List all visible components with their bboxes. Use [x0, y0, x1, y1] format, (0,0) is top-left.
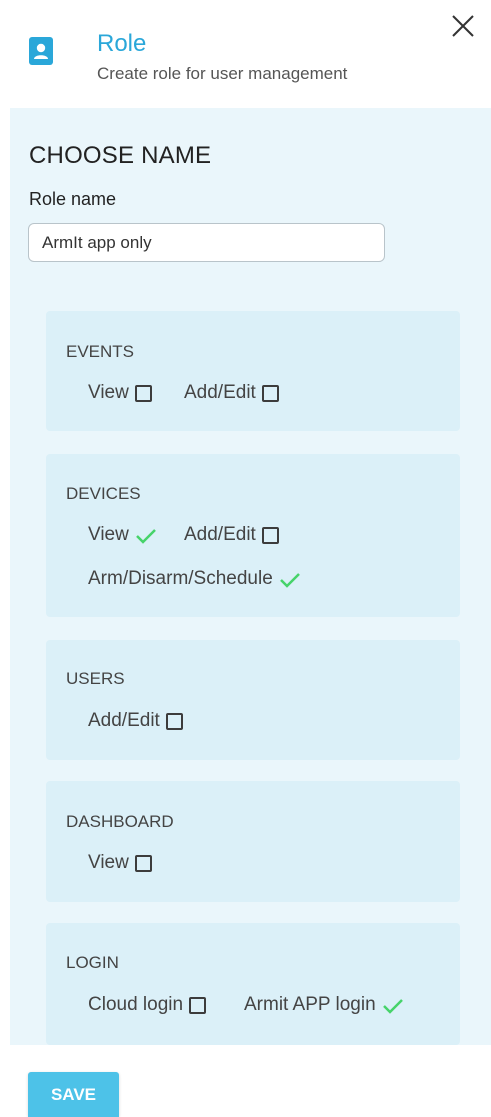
- close-icon: [452, 15, 474, 37]
- devices-view-checkmark-icon[interactable]: [135, 527, 157, 544]
- role-name-input[interactable]: [28, 223, 385, 262]
- events-add-edit-checkbox[interactable]: [261, 384, 279, 402]
- dashboard-title: DASHBOARD: [66, 812, 174, 831]
- devices-view-option: View: [88, 524, 157, 546]
- dialog-header: Role Create role for user management: [0, 0, 491, 108]
- save-button[interactable]: SAVE: [28, 1072, 119, 1117]
- dashboard-view-checkbox[interactable]: [134, 854, 152, 872]
- users-card: USERS Add/Edit: [46, 640, 460, 760]
- role-form-panel: CHOOSE NAME Role name EVENTS View Add/Ed…: [10, 108, 491, 1045]
- role-dialog: Role Create role for user management CHO…: [0, 0, 491, 1117]
- events-title: EVENTS: [66, 342, 135, 361]
- devices-card: DEVICES View Add/Edit Arm/Disarm/Schedul…: [46, 454, 460, 617]
- events-add-edit-label: Add/Edit: [184, 382, 256, 403]
- login-armit-app-label: Armit APP login: [244, 994, 376, 1015]
- dashboard-card: DASHBOARD View: [46, 781, 460, 902]
- devices-add-edit-option: Add/Edit: [184, 524, 279, 546]
- devices-title: DEVICES: [66, 484, 141, 503]
- devices-view-label: View: [88, 524, 129, 545]
- users-add-edit-checkbox[interactable]: [165, 712, 183, 730]
- role-name-label: Role name: [29, 189, 117, 209]
- events-view-label: View: [88, 382, 129, 403]
- events-card: EVENTS View Add/Edit: [46, 311, 460, 431]
- login-cloud-label: Cloud login: [88, 994, 184, 1015]
- login-cloud-checkbox[interactable]: [189, 996, 207, 1014]
- login-cloud-option: Cloud login: [88, 994, 207, 1016]
- user-badge-icon: [29, 37, 53, 65]
- section-title: CHOOSE NAME: [29, 142, 212, 169]
- login-title: LOGIN: [66, 953, 119, 972]
- events-add-edit-option: Add/Edit: [184, 382, 279, 404]
- close-button[interactable]: [449, 12, 477, 40]
- users-add-edit-option: Add/Edit: [88, 710, 183, 732]
- devices-arm-disarm-option: Arm/Disarm/Schedule: [88, 568, 301, 590]
- login-armit-app-option: Armit APP login: [244, 994, 404, 1016]
- dashboard-view-label: View: [88, 852, 129, 873]
- events-view-option: View: [88, 382, 152, 404]
- users-title: USERS: [66, 669, 125, 688]
- events-view-checkbox[interactable]: [134, 384, 152, 402]
- devices-arm-disarm-checkmark-icon[interactable]: [279, 571, 301, 588]
- dialog-title: Role: [97, 30, 147, 57]
- dialog-subtitle: Create role for user management: [97, 64, 348, 83]
- login-armit-app-checkmark-icon[interactable]: [382, 997, 404, 1014]
- login-card: LOGIN Cloud login Armit APP login: [46, 923, 460, 1045]
- users-add-edit-label: Add/Edit: [88, 710, 160, 731]
- dashboard-view-option: View: [88, 852, 152, 874]
- devices-add-edit-label: Add/Edit: [184, 524, 256, 545]
- devices-add-edit-checkbox[interactable]: [261, 526, 279, 544]
- devices-arm-disarm-label: Arm/Disarm/Schedule: [88, 568, 273, 589]
